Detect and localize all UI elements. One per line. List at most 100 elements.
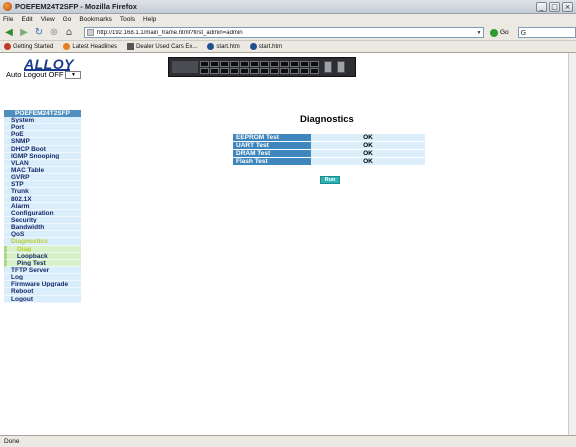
test-name: DRAM Test — [233, 150, 311, 157]
device-label-plate — [172, 61, 198, 73]
go-button[interactable]: Go — [490, 28, 509, 37]
table-row: UART Test OK — [233, 142, 425, 149]
url-text: http://192.168.1.1/main_frame.html?first… — [97, 29, 243, 36]
status-text: Done — [4, 438, 20, 445]
sidebar-item-bandwidth[interactable]: Bandwidth — [4, 224, 81, 232]
sidebar-item-vlan[interactable]: VLAN — [4, 159, 81, 167]
port-icon — [310, 60, 319, 67]
sidebar-item-firmware-upgrade[interactable]: Firmware Upgrade — [4, 281, 81, 289]
port-icon — [230, 67, 239, 74]
port-icon — [300, 67, 309, 74]
port-icon — [250, 60, 259, 67]
search-input[interactable]: G — [517, 27, 576, 38]
ethernet-port-grid — [200, 60, 319, 74]
port-icon — [240, 67, 249, 74]
menu-file[interactable]: File — [3, 16, 13, 23]
sidebar-subitem-loopback[interactable]: Loopback — [4, 252, 81, 260]
sidebar-item-system[interactable]: System — [4, 117, 81, 125]
sfp-port-icon — [324, 61, 332, 73]
sidebar-item-log[interactable]: Log — [4, 274, 81, 282]
sidebar-item-dhcp-boot[interactable]: DHCP Boot — [4, 145, 81, 153]
sidebar-item-logout[interactable]: Logout — [4, 295, 81, 303]
diagnostics-table: EEPROM Test OK UART Test OK DRAM Test OK… — [233, 133, 425, 166]
bookmark-item[interactable]: Dealer Used Cars Ex... — [127, 43, 197, 50]
port-icon — [280, 67, 289, 74]
minimize-button[interactable]: _ — [536, 1, 547, 12]
port-icon — [220, 60, 229, 67]
url-dropdown-icon[interactable]: ▼ — [475, 30, 483, 36]
menu-tools[interactable]: Tools — [120, 16, 135, 23]
sidebar-item-port[interactable]: Port — [4, 124, 81, 132]
home-icon[interactable]: ⌂ — [63, 27, 75, 39]
menu-edit[interactable]: Edit — [21, 16, 32, 23]
stop-icon[interactable]: ⊗ — [48, 27, 60, 39]
sidebar-item-tftp-server[interactable]: TFTP Server — [4, 266, 81, 275]
page-title: Diagnostics — [300, 114, 354, 125]
navigation-toolbar: ◀ ▶ ↻ ⊗ ⌂ http://192.168.1.1/main_frame.… — [0, 25, 576, 41]
close-button[interactable]: × — [562, 1, 573, 12]
sidebar-item-trunk[interactable]: Trunk — [4, 188, 81, 196]
sidebar-item-igmp-snooping[interactable]: IGMP Snooping — [4, 152, 81, 160]
forward-arrow-icon[interactable]: ▶ — [18, 27, 30, 39]
bookmark-item[interactable]: Latest Headlines — [63, 43, 117, 50]
sidebar-item-qos[interactable]: QoS — [4, 231, 81, 239]
sidebar-subitem-diag[interactable]: Diag — [4, 245, 81, 253]
maximize-button[interactable]: □ — [549, 1, 560, 12]
port-icon — [260, 67, 269, 74]
sidebar-subitem-ping-test[interactable]: Ping Test — [4, 259, 81, 267]
sidebar-item-configuration[interactable]: Configuration — [4, 209, 81, 217]
window-controls: _ □ × — [536, 1, 573, 12]
sfp-port-icon — [337, 61, 345, 73]
port-icon — [290, 60, 299, 67]
table-row: Flash Test OK — [233, 158, 425, 165]
sidebar-item-802-1x[interactable]: 802.1X — [4, 195, 81, 203]
go-arrow-icon — [490, 28, 498, 37]
menu-bar: File Edit View Go Bookmarks Tools Help — [0, 14, 576, 25]
globe-icon — [207, 43, 215, 50]
port-icon — [240, 60, 249, 67]
bookmarks-toolbar: Getting Started Latest Headlines Dealer … — [0, 41, 576, 53]
sidebar-title: POEFEM24T2SFP — [4, 110, 81, 117]
menu-go[interactable]: Go — [63, 16, 72, 23]
test-result: OK — [311, 158, 425, 165]
port-icon — [210, 60, 219, 67]
sidebar-item-security[interactable]: Security — [4, 216, 81, 225]
menu-view[interactable]: View — [41, 16, 55, 23]
port-icon — [210, 67, 219, 74]
test-result: OK — [311, 142, 425, 149]
search-engine-icon: G — [520, 28, 527, 37]
bookmark-label: Dealer Used Cars Ex... — [136, 43, 198, 50]
sidebar-item-gvrp[interactable]: GVRP — [4, 174, 81, 182]
auto-logout-dropdown-icon[interactable]: ▼ — [65, 70, 82, 79]
menu-bookmarks[interactable]: Bookmarks — [79, 16, 112, 23]
auto-logout-value[interactable]: OFF — [48, 70, 63, 79]
port-icon — [200, 67, 209, 74]
sidebar-item-snmp[interactable]: SNMP — [4, 138, 81, 146]
url-input[interactable]: http://192.168.1.1/main_frame.html?first… — [84, 27, 484, 38]
test-name: UART Test — [233, 142, 311, 149]
page-content: ALLOY Auto Logout OFF ▼ POEFEM24T2SFP Sy… — [0, 53, 576, 435]
bookmark-item[interactable]: start.htm — [207, 43, 240, 50]
menu-help[interactable]: Help — [143, 16, 156, 23]
port-icon — [250, 67, 259, 74]
port-icon — [280, 60, 289, 67]
sidebar-item-mac-table[interactable]: MAC Table — [4, 166, 81, 175]
reload-icon[interactable]: ↻ — [33, 27, 45, 39]
vertical-scrollbar[interactable] — [568, 53, 576, 435]
switch-front-panel-image — [168, 57, 356, 77]
sidebar-item-reboot[interactable]: Reboot — [4, 288, 81, 296]
sidebar-item-alarm[interactable]: Alarm — [4, 202, 81, 210]
sidebar-item-diagnostics[interactable]: Diagnostics — [4, 238, 81, 246]
rss-icon — [63, 43, 71, 50]
run-button[interactable]: Run — [320, 176, 340, 184]
test-name: EEPROM Test — [233, 134, 311, 141]
table-row: DRAM Test OK — [233, 150, 425, 157]
back-arrow-icon[interactable]: ◀ — [3, 27, 15, 39]
bookmark-item[interactable]: start.htm — [249, 43, 282, 50]
sidebar-item-poe[interactable]: PoE — [4, 131, 81, 139]
test-result: OK — [311, 150, 425, 157]
port-icon — [270, 67, 279, 74]
bookmark-item[interactable]: Getting Started — [4, 43, 53, 50]
port-icon — [300, 60, 309, 67]
sidebar-item-stp[interactable]: STP — [4, 181, 81, 189]
